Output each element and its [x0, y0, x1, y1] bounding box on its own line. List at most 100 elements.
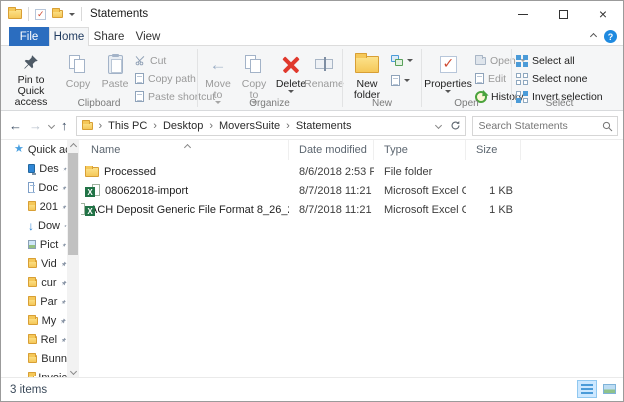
help-icon[interactable]: ? — [604, 30, 617, 43]
file-type: File folder — [374, 166, 466, 178]
details-view-button[interactable] — [577, 380, 597, 398]
column-header-label: Size — [476, 144, 497, 156]
caption-buttons: × — [503, 1, 623, 27]
window-title: Statements — [90, 8, 148, 20]
easy-access-button[interactable] — [391, 72, 410, 89]
address-dropdown-chevron-icon[interactable] — [434, 122, 441, 129]
search-input[interactable] — [473, 117, 617, 135]
breadcrumb[interactable]: This PC Desktop MoversSuite Statements — [76, 116, 466, 136]
sidebar-item-folder[interactable]: Rel — [1, 330, 67, 349]
button-label: Copy path — [148, 73, 196, 85]
ribbon-group-open: Properties Open Edit History Open — [422, 46, 511, 110]
qat-properties-icon[interactable] — [35, 9, 46, 20]
scrollbar-thumb[interactable] — [68, 153, 78, 255]
select-none-button[interactable]: Select none — [516, 70, 587, 87]
file-row[interactable]: Processed 8/6/2018 2:53 PM File folder — [81, 162, 623, 181]
scroll-up-icon[interactable] — [67, 140, 79, 152]
button-label: Delete — [276, 79, 306, 90]
sidebar-item-folder[interactable]: Par — [1, 292, 67, 311]
scroll-down-icon[interactable] — [67, 365, 79, 377]
column-header-size[interactable]: Size — [466, 140, 521, 160]
maximize-button[interactable] — [543, 1, 583, 27]
breadcrumb-item-moverssuite[interactable]: MoversSuite — [219, 120, 280, 132]
excel-file-icon: X — [85, 184, 100, 197]
folder-icon — [28, 203, 36, 211]
refresh-icon[interactable] — [450, 120, 461, 131]
column-header-date-modified[interactable]: Date modified — [289, 140, 374, 160]
button-label: Copy — [66, 79, 91, 90]
edit-button[interactable]: Edit — [475, 70, 506, 87]
title-bar: Statements × — [1, 1, 623, 27]
up-button[interactable]: ↑ — [61, 119, 68, 132]
dropdown-chevron-icon — [288, 90, 294, 93]
divider — [28, 7, 29, 21]
sidebar-item-folder[interactable]: 201 — [1, 197, 67, 216]
file-row[interactable]: X ACH Deposit Generic File Format 8_26_2… — [81, 200, 623, 219]
breadcrumb-separator-icon — [207, 120, 215, 132]
dropdown-chevron-icon — [407, 59, 413, 62]
minimize-ribbon-icon[interactable] — [590, 33, 597, 40]
breadcrumb-item-this-pc[interactable]: This PC — [108, 120, 147, 132]
column-header-name[interactable]: Name — [81, 140, 289, 160]
sidebar-item-documents[interactable]: Doc — [1, 178, 67, 197]
sidebar-item-desktop[interactable]: Des — [1, 159, 67, 178]
sidebar-item-label: cur — [41, 277, 56, 289]
sidebar-item-folder[interactable]: Bunn — [1, 349, 67, 368]
copy-icon — [69, 55, 87, 73]
folder-icon — [28, 298, 36, 306]
copy-path-icon — [135, 73, 144, 84]
sidebar-item-label: Dow — [38, 220, 60, 232]
back-button[interactable]: ← — [9, 119, 22, 132]
sidebar-item-folder[interactable]: My — [1, 311, 67, 330]
tab-home[interactable]: Home — [49, 27, 89, 46]
tab-file[interactable]: File — [9, 27, 49, 46]
sidebar-item-downloads[interactable]: ↓ Dow — [1, 216, 67, 235]
main-area: ★ Quick ac Des Doc 201 ↓ Dow — [1, 140, 623, 377]
select-all-button[interactable]: Select all — [516, 52, 575, 69]
minimize-button[interactable] — [503, 1, 543, 27]
group-label-new: New — [343, 98, 421, 109]
sidebar-item-quick-access[interactable]: ★ Quick ac — [1, 140, 67, 159]
qat-customize-chevron-icon[interactable] — [69, 13, 75, 16]
copy-path-button[interactable]: Copy path — [135, 70, 196, 87]
qat-new-folder-icon[interactable] — [52, 10, 63, 18]
tab-share[interactable]: Share — [89, 27, 129, 46]
rename-icon — [315, 59, 333, 69]
window-folder-icon — [8, 9, 22, 19]
breadcrumb-separator-icon — [97, 120, 105, 132]
details-view-icon — [581, 384, 593, 394]
file-type: Microsoft Excel C... — [374, 185, 466, 197]
cut-button[interactable]: Cut — [135, 52, 166, 69]
file-row[interactable]: X 08062018-import 8/7/2018 11:21 AM Micr… — [81, 181, 623, 200]
breadcrumb-item-desktop[interactable]: Desktop — [163, 120, 203, 132]
sidebar-scrollbar[interactable] — [67, 140, 79, 377]
file-name: 08062018-import — [105, 185, 188, 197]
location-folder-icon — [82, 122, 93, 130]
button-label: Select all — [532, 55, 575, 67]
item-count: 3 items — [1, 384, 47, 396]
paste-icon — [108, 55, 123, 74]
column-header-type[interactable]: Type — [374, 140, 466, 160]
easy-access-icon — [391, 75, 400, 86]
close-button[interactable]: × — [583, 1, 623, 27]
search-icon[interactable] — [602, 121, 613, 132]
forward-button[interactable]: → — [29, 119, 42, 132]
select-none-icon — [516, 73, 528, 85]
breadcrumb-item-statements[interactable]: Statements — [296, 120, 352, 132]
sidebar-item-label: Quick ac — [28, 144, 67, 156]
thumbnail-view-button[interactable] — [599, 380, 619, 398]
sidebar-item-folder[interactable]: cur — [1, 273, 67, 292]
sidebar-item-folder[interactable]: Vid — [1, 254, 67, 273]
tab-view[interactable]: View — [129, 27, 167, 46]
sidebar-item-pictures[interactable]: Pict — [1, 235, 67, 254]
search-box — [472, 116, 618, 136]
delete-icon — [282, 55, 300, 73]
button-label: Rename — [304, 79, 344, 90]
file-date: 8/7/2018 11:21 AM — [289, 204, 374, 216]
sidebar-item-folder[interactable]: Invoic — [1, 368, 67, 377]
recent-locations-chevron-icon[interactable] — [48, 122, 55, 129]
new-item-button[interactable] — [391, 52, 413, 69]
folder-icon — [28, 336, 37, 344]
sidebar-item-label: Rel — [41, 334, 58, 346]
navigation-pane: ★ Quick ac Des Doc 201 ↓ Dow — [1, 140, 67, 377]
